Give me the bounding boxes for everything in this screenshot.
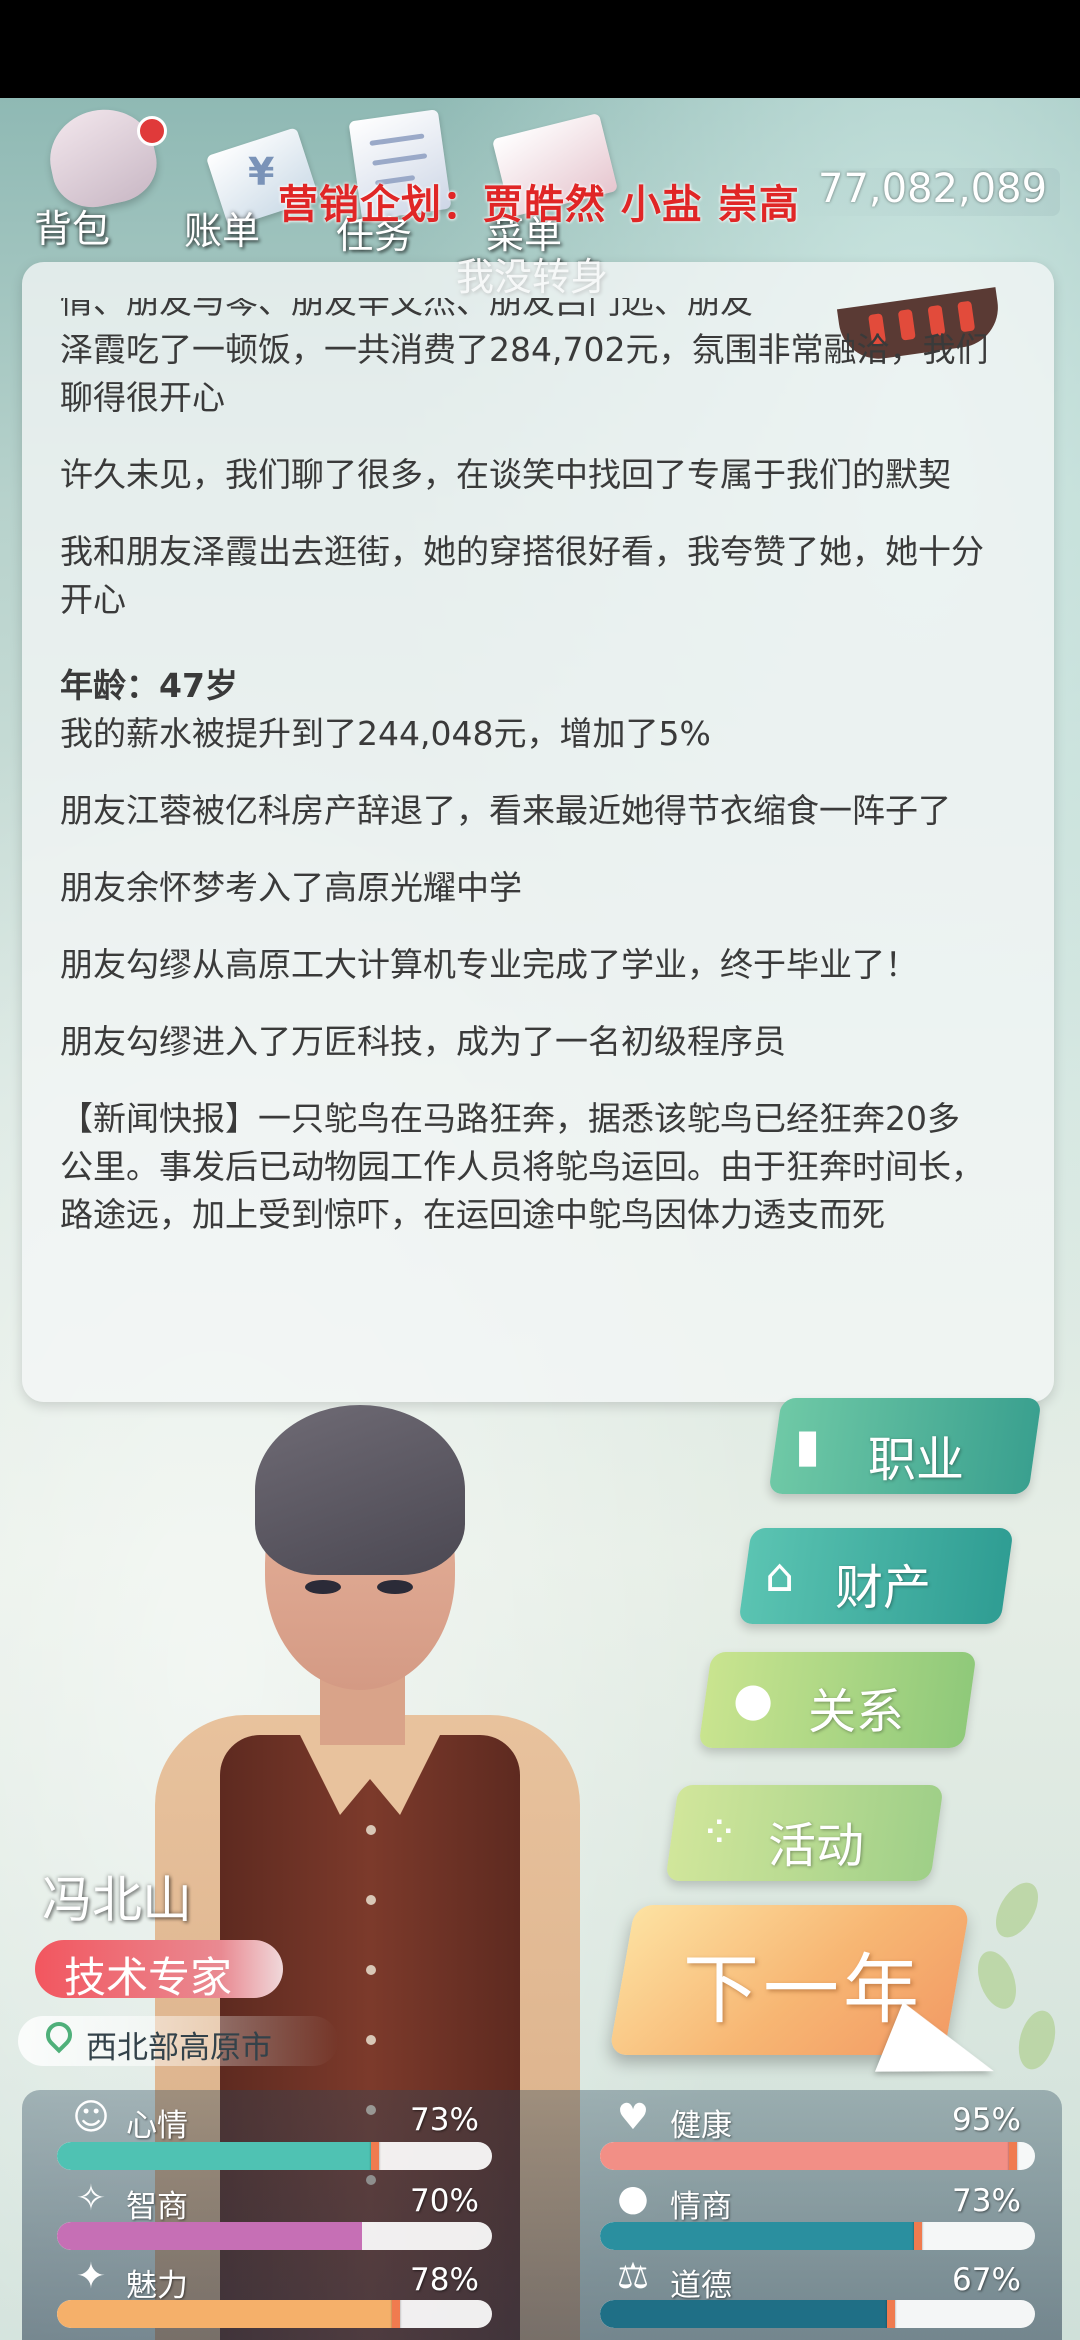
story-entry: 我的薪水被提升到了244,048元，增加了5% — [60, 714, 711, 753]
yen-icon: ¥ — [248, 150, 275, 194]
activity-icon: ⁘ — [700, 1805, 739, 1859]
story-entry: 我和朋友泽霞出去逛街，她的穿搭很好看，我夸赞了她，她十分开心 — [60, 532, 984, 619]
location-text: 西北部高原市 — [86, 2030, 272, 2066]
stat-value-mood: 73% — [410, 2102, 479, 2138]
character-hair — [255, 1405, 465, 1575]
status-bar — [0, 0, 1080, 98]
stat-label-iq: 智商 — [126, 2189, 188, 2225]
assets-label: 财产 — [835, 1560, 932, 1616]
marketing-credits: 营销企划：贾皓然 小盐 崇高 — [278, 182, 800, 228]
notification-dot — [137, 116, 167, 146]
smile-icon: ☺ — [72, 2097, 110, 2138]
stat-bar-charm — [57, 2300, 492, 2328]
apple-icon: ● — [617, 2178, 649, 2219]
stat-bar-moral — [600, 2300, 1035, 2328]
story-entry: 朋友江蓉被亿科房产辞退了，看来最近她得节衣缩食一阵子了 — [60, 791, 951, 830]
stat-value-charm: 78% — [410, 2262, 479, 2298]
stat-value-moral: 67% — [952, 2262, 1021, 2298]
scale-icon: ⚖ — [616, 2256, 650, 2297]
stat-fill-moral — [600, 2300, 891, 2328]
stat-value-eq: 73% — [952, 2183, 1021, 2219]
stat-label-mood: 心情 — [126, 2108, 188, 2144]
career-label: 职业 — [868, 1432, 965, 1488]
stat-label-health: 健康 — [670, 2108, 732, 2144]
stat-fill-iq — [57, 2222, 362, 2250]
stat-fill-mood — [57, 2142, 375, 2170]
stat-marker-charm — [392, 2300, 400, 2328]
lightbulb-icon: ✧ — [75, 2178, 107, 2219]
story-log-text: 情、朋友与琴、朋友辛文杰、朋友吕门远、朋友 泽霞吃了一顿饭，一共消费了284,7… — [60, 298, 990, 1268]
character-name: 冯北山 — [42, 1871, 192, 1929]
stat-bar-iq — [57, 2222, 492, 2250]
stat-bar-health — [600, 2142, 1035, 2170]
story-entry: 朋友勾缪进入了万匠科技，成为了一名初级程序员 — [60, 1022, 786, 1061]
sparkle-icon: ✦ — [75, 2256, 107, 2297]
stat-fill-charm — [57, 2300, 396, 2328]
stat-value-iq: 70% — [410, 2183, 479, 2219]
activities-label: 活动 — [768, 1818, 865, 1874]
stat-bar-mood — [57, 2142, 492, 2170]
stat-marker-moral — [887, 2300, 895, 2328]
stat-marker-health — [1009, 2142, 1017, 2170]
game-screen: 背包 ¥ 账单 任务 菜单 营销企划：贾皓然 小盐 崇高 77,082,089 … — [0, 0, 1080, 2340]
house-icon: ⌂ — [765, 1548, 795, 1602]
stat-value-health: 95% — [952, 2102, 1021, 2138]
stat-bar-eq — [600, 2222, 1035, 2250]
stat-marker-mood — [371, 2142, 379, 2170]
money-value: 77,082,089 — [818, 166, 1048, 212]
stat-marker-eq — [914, 2222, 922, 2250]
story-entry: 朋友勾缪从高原工大计算机专业完成了学业，终于毕业了！ — [60, 945, 918, 984]
chart-icon: ▮ — [795, 1418, 821, 1472]
story-entry: 泽霞吃了一顿饭，一共消费了284,702元，氛围非常融洽，我们聊得很开心 — [60, 330, 989, 417]
heart-icon: ♥ — [616, 2097, 650, 2138]
stat-label-eq: 情商 — [670, 2189, 732, 2225]
stat-label-moral: 道德 — [670, 2268, 732, 2304]
stat-fill-health — [600, 2142, 1013, 2170]
stat-fill-eq — [600, 2222, 918, 2250]
story-entry: 许久未见，我们聊了很多，在谈笑中找回了专属于我们的默契 — [60, 455, 951, 494]
story-entry: 朋友余怀梦考入了高原光耀中学 — [60, 868, 522, 907]
story-log-scroll[interactable]: 情、朋友与琴、朋友辛文杰、朋友吕门远、朋友 泽霞吃了一顿饭，一共消费了284,7… — [60, 298, 990, 1388]
age-heading: 年龄：47岁 — [60, 666, 238, 705]
stat-label-charm: 魅力 — [126, 2268, 188, 2304]
bag-label: 背包 — [34, 207, 111, 251]
news-entry: 【新闻快报】一只鸵鸟在马路狂奔，据悉该鸵鸟已经狂奔20多公里。事发后已动物园工作… — [60, 1099, 984, 1234]
relations-label: 关系 — [808, 1684, 905, 1740]
job-title: 技术专家 — [64, 1953, 233, 2002]
people-icon: ● — [733, 1672, 774, 1726]
bill-label: 账单 — [184, 209, 261, 253]
next-year-label: 下一年 — [683, 1945, 923, 2034]
story-partial-line: 情、朋友与琴、朋友辛文杰、朋友吕门远、朋友 — [60, 298, 753, 321]
